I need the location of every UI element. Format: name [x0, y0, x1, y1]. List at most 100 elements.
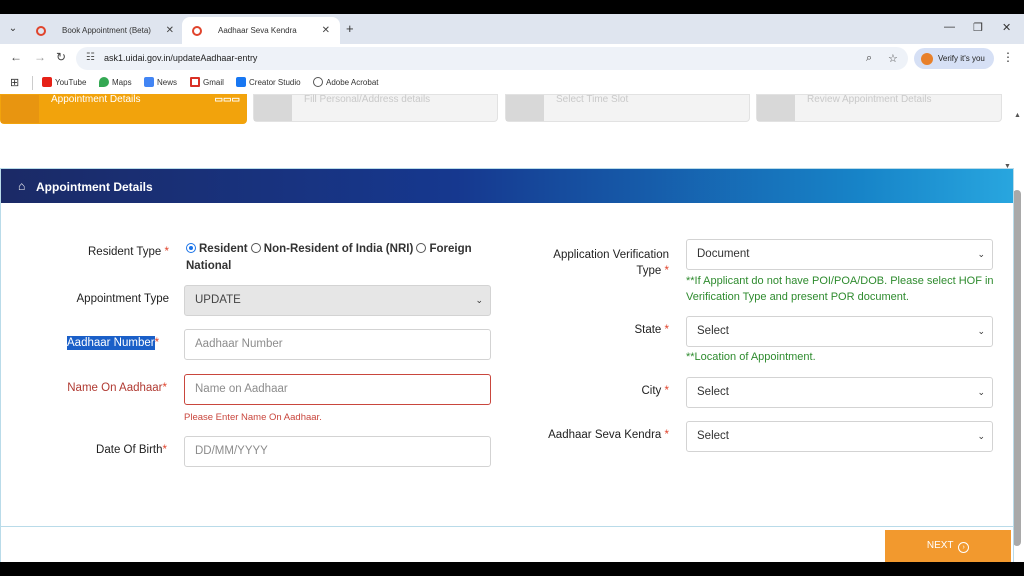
profile-button[interactable]: Verify it's you [914, 48, 994, 69]
creator-studio-icon [236, 77, 246, 87]
city-value: Select [697, 386, 729, 398]
state-value: Select [697, 325, 729, 337]
step-time-slot[interactable]: Select Time Slot [505, 94, 750, 122]
youtube-icon [42, 77, 52, 87]
chevron-down-icon: ⌄ [977, 326, 985, 336]
url-text[interactable]: ask1.uidai.gov.in/updateAadhaar-entry [104, 53, 257, 63]
apps-grid-icon[interactable]: ⊞ [10, 76, 19, 89]
radio-nri[interactable]: Non-Resident of India (NRI) [250, 243, 413, 255]
arrow-right-circle-icon: › [958, 542, 970, 553]
profile-label: Verify it's you [938, 54, 985, 63]
tab-title: Aadhaar Seva Kendra [218, 26, 297, 35]
step-personal-details[interactable]: Fill Personal/Address details [253, 94, 498, 122]
panel-header: ⌂ Appointment Details [1, 169, 1013, 203]
scroll-up-icon[interactable]: ▲ [1014, 112, 1021, 119]
placeholder-text: Name on Aadhaar [195, 383, 288, 395]
minimize-icon[interactable]: — [944, 21, 955, 33]
uidai-favicon-icon [192, 26, 202, 36]
avatar [921, 53, 933, 65]
calendar-icon: ▭▭▭ [214, 94, 240, 104]
step-number [254, 95, 292, 121]
appointment-type-select[interactable]: UPDATE ⌄ [184, 285, 491, 316]
bookmark-maps[interactable]: Maps [99, 77, 132, 87]
chevron-down-icon: ⌄ [977, 249, 985, 259]
appointment-details-panel: ⌂ Appointment Details Resident Type * Re… [0, 168, 1014, 562]
bookmark-label: Creator Studio [249, 78, 301, 87]
tab-aadhaar-seva-kendra[interactable]: Aadhaar Seva Kendra ✕ [182, 17, 340, 44]
tab-book-appointment[interactable]: Book Appointment (Beta) ✕ [26, 17, 184, 44]
name-on-aadhaar-input[interactable]: Name on Aadhaar [184, 374, 491, 405]
step-label: Fill Personal/Address details [304, 94, 431, 105]
step-appointment-details[interactable]: Appointment Details ▭▭▭ [0, 94, 247, 124]
home-icon: ⌂ [18, 179, 26, 193]
step-number [1, 95, 39, 123]
step-label: Review Appointment Details [807, 94, 932, 105]
bookmark-label: Adobe Acrobat [326, 78, 379, 87]
date-of-birth-input[interactable]: DD/MM/YYYY [184, 436, 491, 467]
step-review[interactable]: Review Appointment Details [756, 94, 1002, 122]
site-info-icon[interactable]: ☷ [86, 52, 95, 63]
name-error-message: Please Enter Name On Aadhaar. [184, 412, 322, 423]
city-select[interactable]: Select ⌄ [686, 377, 993, 408]
next-label: NEXT [926, 540, 954, 551]
new-tab-icon[interactable]: + [346, 21, 354, 36]
aadhaar-number-label: Aadhaar Number* [67, 336, 160, 350]
state-label: State * [634, 324, 669, 336]
restore-icon[interactable]: ❐ [973, 21, 983, 34]
close-tab-icon[interactable]: ✕ [322, 25, 330, 36]
gmail-icon [190, 77, 200, 87]
reload-icon[interactable]: ↻ [56, 50, 66, 64]
chevron-down-icon: ⌄ [977, 387, 985, 397]
bookmark-star-icon[interactable]: ☆ [888, 52, 898, 65]
close-tab-icon[interactable]: ✕ [166, 25, 174, 36]
state-select[interactable]: Select ⌄ [686, 316, 993, 347]
close-window-icon[interactable]: ✕ [1002, 21, 1011, 34]
bookmark-label: Maps [112, 78, 132, 87]
bookmark-youtube[interactable]: YouTube [42, 77, 86, 87]
address-bar[interactable]: ☷ ask1.uidai.gov.in/updateAadhaar-entry … [76, 47, 908, 70]
resident-type-label: Resident Type * [88, 246, 169, 258]
bookmark-label: News [157, 78, 178, 87]
city-label: City * [641, 385, 670, 397]
aadhaar-seva-kendra-select[interactable]: Select ⌄ [686, 421, 993, 452]
browser-toolbar: ← → ↻ ☷ ask1.uidai.gov.in/updateAadhaar-… [0, 44, 1024, 72]
aadhaar-number-input[interactable]: Aadhaar Number [184, 329, 491, 360]
tab-strip: ⌄ Book Appointment (Beta) ✕ Aadhaar Seva… [0, 14, 1024, 44]
scrollbar-thumb[interactable] [1013, 190, 1021, 546]
date-of-birth-label: Date Of Birth* [96, 444, 167, 456]
radio-resident[interactable]: Resident [186, 243, 248, 255]
more-menu-icon[interactable]: ⋮ [1002, 50, 1014, 64]
appointment-type-value: UPDATE [195, 294, 241, 306]
forward-icon[interactable]: → [34, 50, 46, 64]
bookmark-adobe-acrobat[interactable]: Adobe Acrobat [313, 77, 378, 87]
resident-type-radio-group: Resident Non-Resident of India (NRI) For… [186, 241, 496, 275]
news-icon [144, 77, 154, 87]
chevron-down-icon: ⌄ [977, 431, 985, 441]
uidai-favicon-icon [36, 26, 46, 36]
state-hint: **Location of Appointment. [686, 351, 816, 363]
radio-unselected-icon[interactable] [250, 243, 261, 253]
step-label: Select Time Slot [556, 94, 629, 105]
zoom-icon[interactable]: ⌕ [866, 52, 872, 65]
verification-type-select[interactable]: Document ⌄ [686, 239, 993, 270]
step-number [757, 95, 795, 121]
radio-unselected-icon[interactable] [416, 243, 427, 253]
next-button[interactable]: NEXT › [885, 530, 1011, 562]
verification-type-value: Document [697, 248, 750, 260]
radio-selected-icon[interactable] [186, 243, 196, 253]
bookmark-label: YouTube [55, 78, 87, 87]
tab-search-icon[interactable]: ⌄ [4, 21, 22, 37]
tab-title: Book Appointment (Beta) [62, 26, 151, 35]
panel-title: Appointment Details [36, 180, 153, 194]
step-number [506, 95, 544, 121]
verification-hint: **If Applicant do not have POI/POA/DOB. … [686, 275, 994, 303]
back-icon[interactable]: ← [10, 50, 22, 64]
bookmark-creator-studio[interactable]: Creator Studio [236, 77, 301, 87]
bookmark-news[interactable]: News [144, 77, 177, 87]
bookmarks-bar: ⊞ YouTube Maps News Gmail Creator Studio… [0, 72, 1024, 94]
globe-icon [313, 77, 323, 87]
bookmark-label: Gmail [203, 78, 224, 87]
bookmark-gmail[interactable]: Gmail [190, 77, 224, 87]
form-footer [0, 526, 1014, 562]
placeholder-text: Aadhaar Number [195, 338, 283, 350]
